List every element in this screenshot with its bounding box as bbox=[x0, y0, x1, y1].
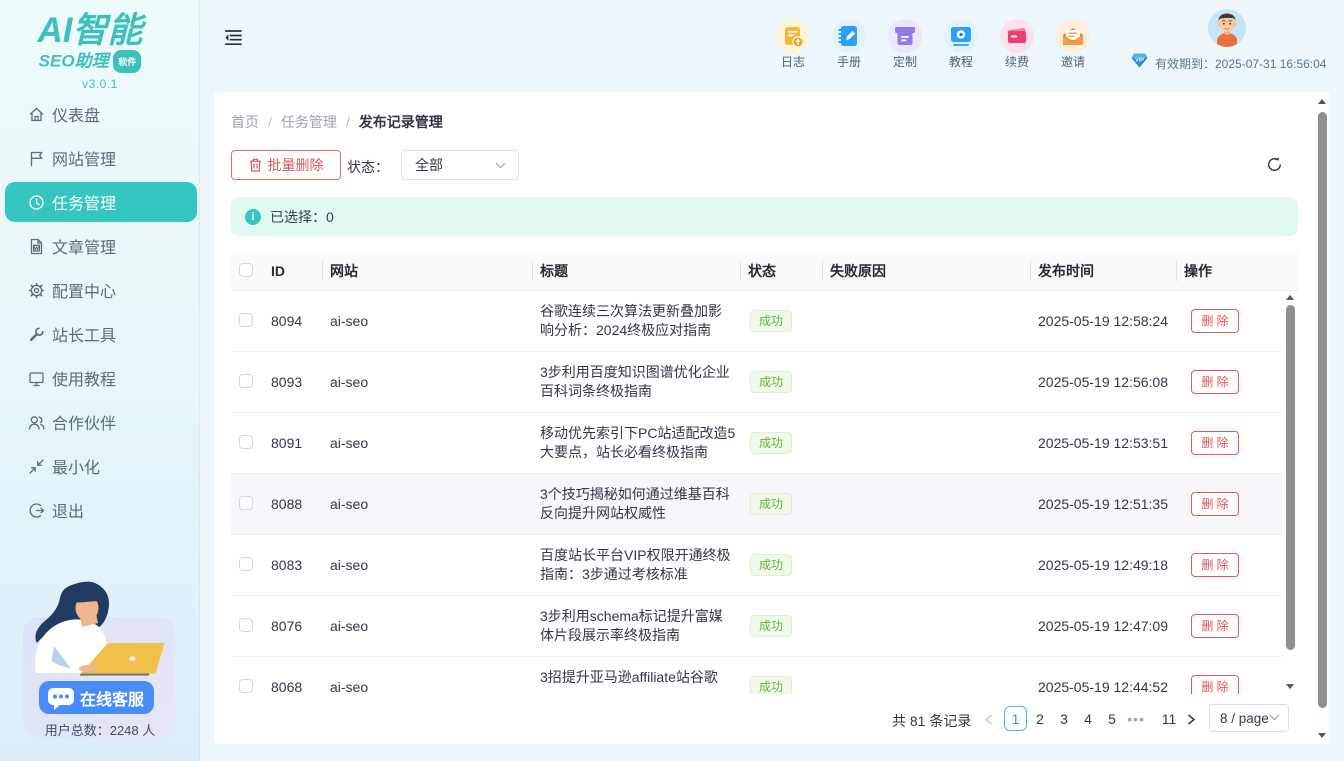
svg-text:VIP: VIP bbox=[1135, 57, 1144, 63]
